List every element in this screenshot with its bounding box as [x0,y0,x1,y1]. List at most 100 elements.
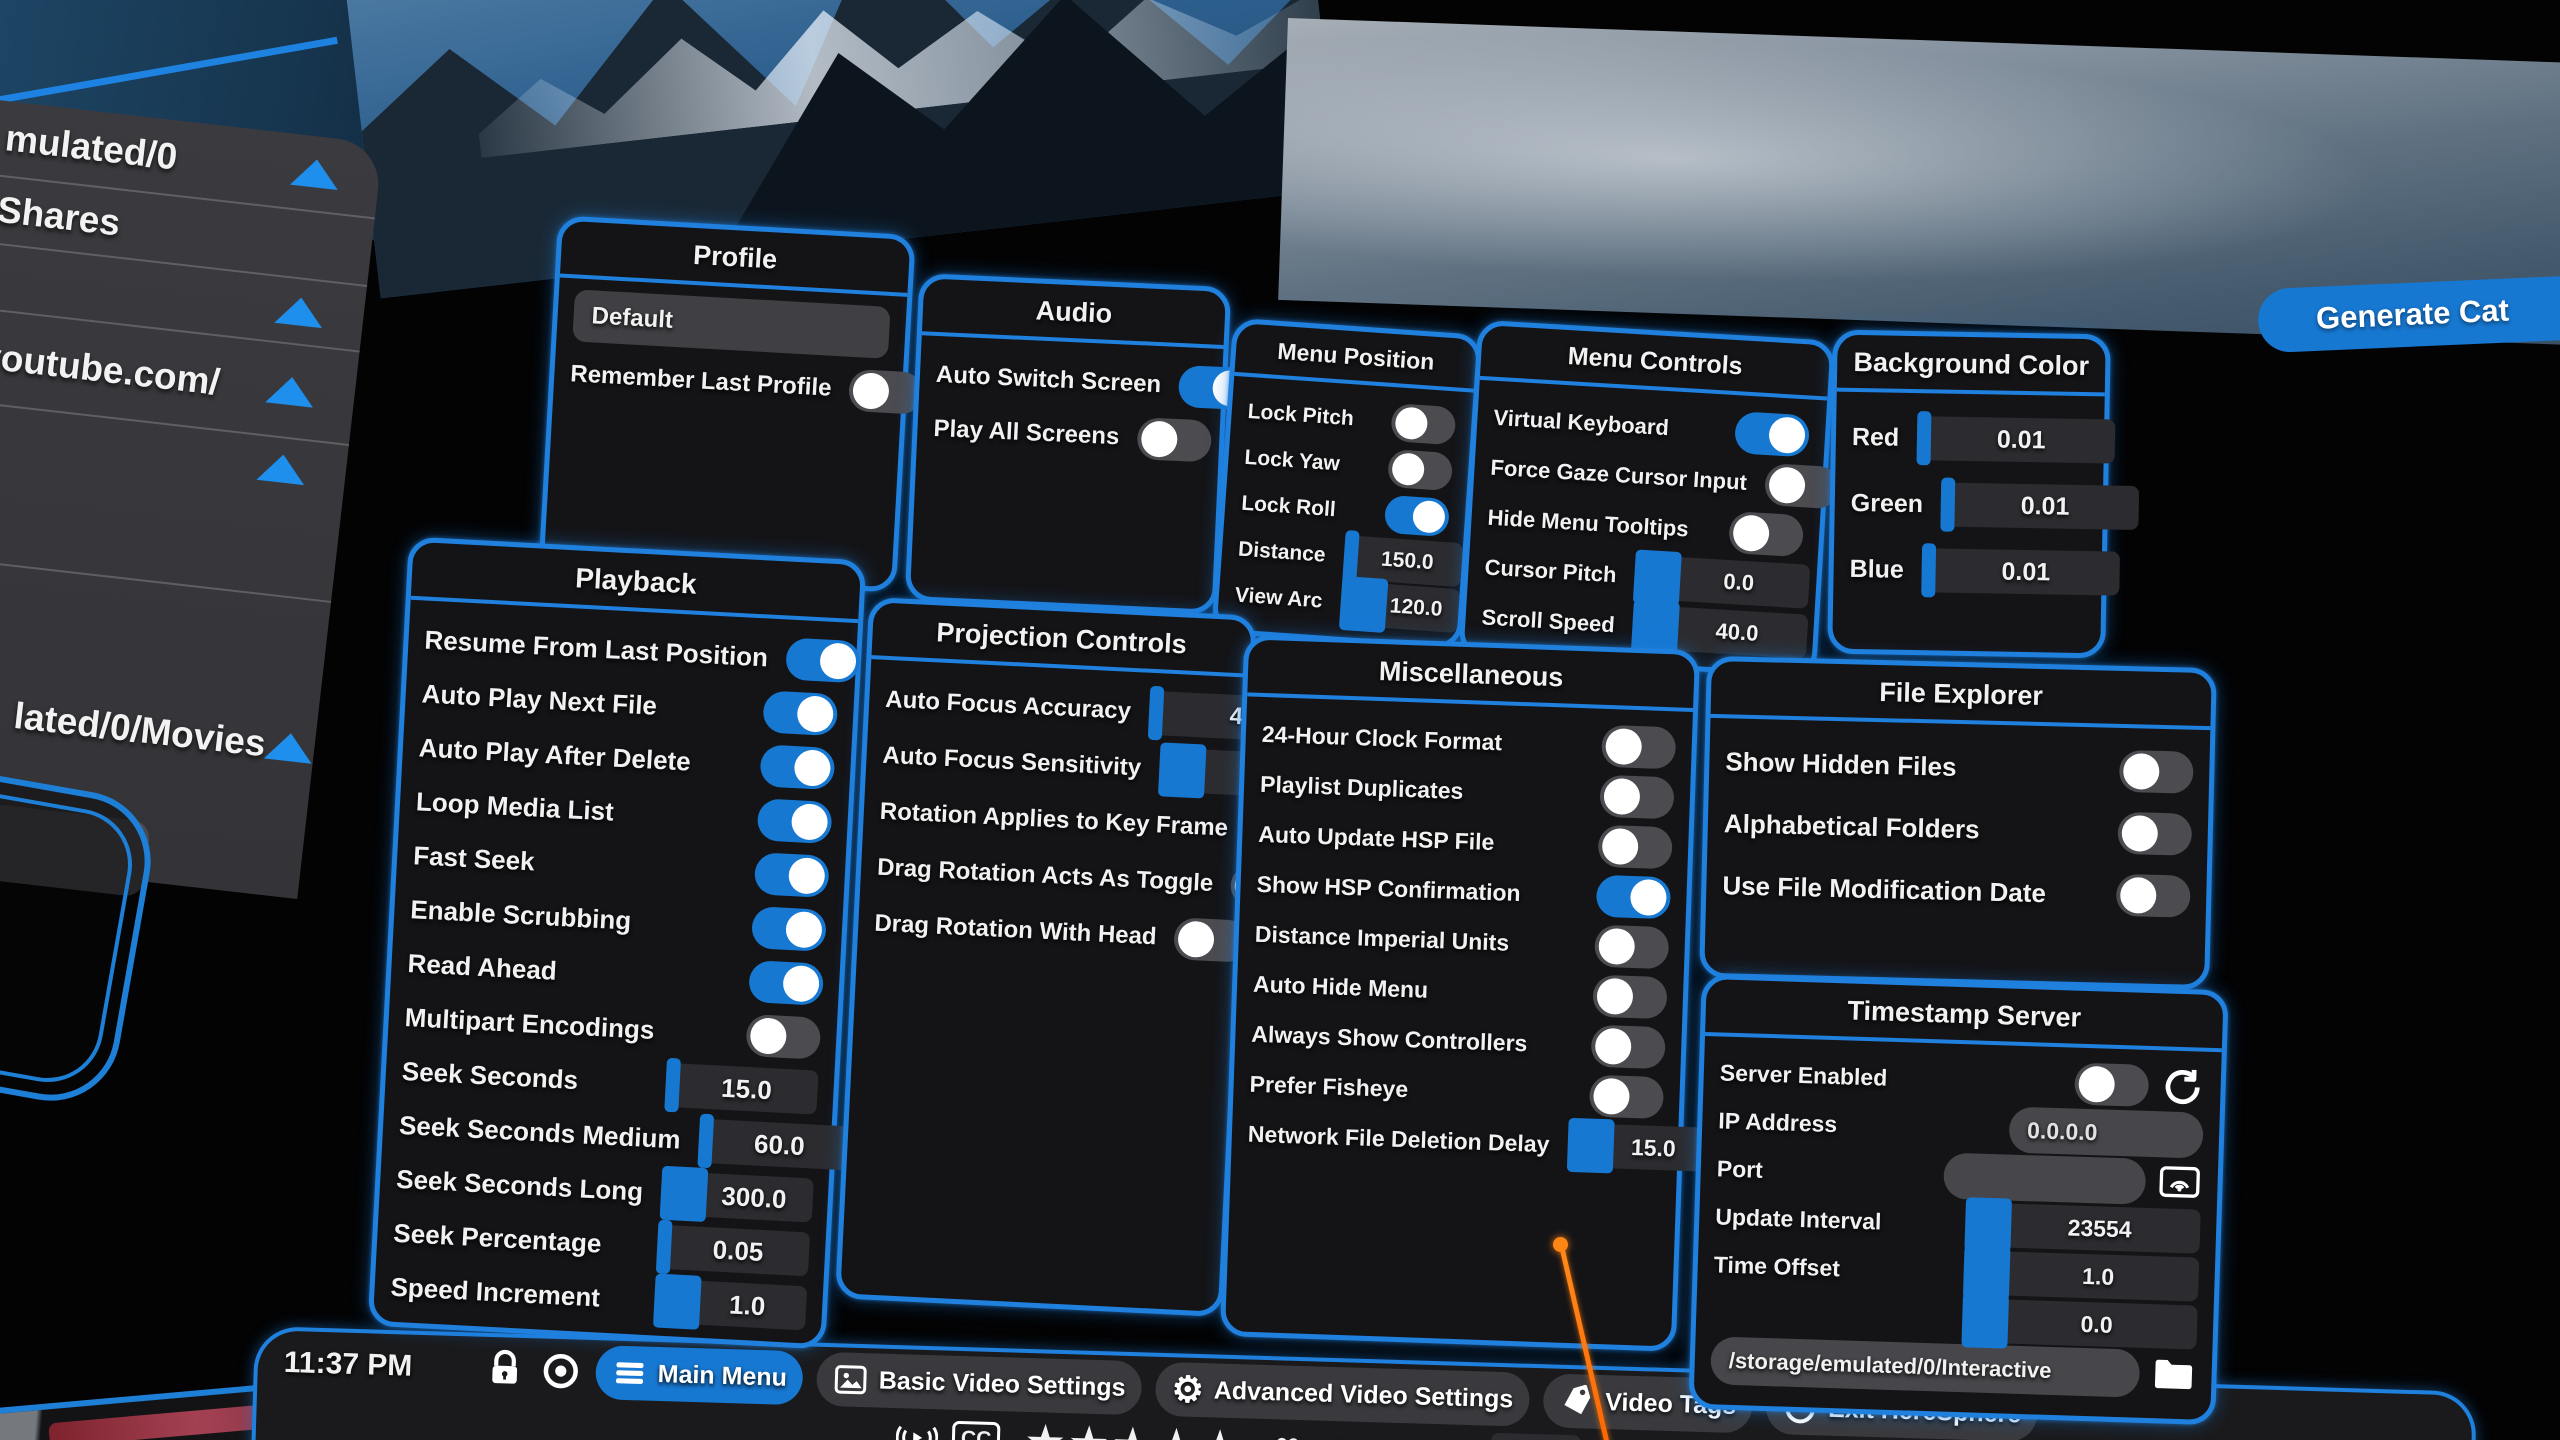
slider-value: 0.0 [2080,1310,2113,1338]
generate-catalog-button[interactable]: Generate Cat [2257,275,2560,354]
setting-label: Network File Deletion Delay [1247,1120,1549,1158]
alphabetical-folders-toggle[interactable] [2117,812,2192,856]
folder-icon[interactable] [2151,1352,2196,1397]
panel-playback: Playback Resume From Last PositionAuto P… [368,537,867,1350]
row-play-all-screens: Play All Screens [932,402,1204,468]
seek-percentage-slider[interactable]: 0.05 [656,1225,810,1277]
panel-menu-position: Menu Position Lock PitchLock YawLock Rol… [1211,318,1482,651]
captions-icon[interactable]: CC [951,1421,1000,1440]
setting-label: Auto Update HSP File [1258,820,1495,855]
advanced-video-settings-label: Advanced Video Settings [1213,1376,1513,1414]
setting-label: 24-Hour Clock Format [1261,720,1502,755]
show-hidden-files-toggle[interactable] [2119,750,2194,794]
green-slider[interactable]: 0.01 [1941,483,2140,530]
auto-hide-menu-toggle[interactable] [1592,975,1667,1020]
slider-value: 0.0 [1723,569,1755,597]
setting-label: Speed Increment [390,1271,601,1313]
setting-label: Server Enabled [1719,1059,1887,1091]
setting-label: Force Gaze Cursor Input [1490,455,1748,496]
refresh-icon[interactable] [2160,1064,2205,1109]
play-count-label: Play Count [1330,1434,1467,1440]
favorite-icon[interactable]: ♥ [1274,1423,1302,1440]
red-slider[interactable]: 0.01 [1917,416,2116,463]
use-file-modification-date-toggle[interactable] [2116,874,2191,918]
panel-timestamp-server: Timestamp Server Server EnabledIP Addres… [1688,974,2228,1425]
setting-label: Auto Play After Delete [418,732,691,777]
lock-icon[interactable] [483,1348,526,1391]
hide-menu-tooltips-toggle[interactable] [1728,511,1804,557]
network-file-deletion-delay-slider[interactable]: 15.0 [1567,1123,1706,1172]
force-gaze-cursor-input-toggle[interactable] [1764,463,1840,509]
show-hsp-confirmation-toggle[interactable] [1596,875,1671,920]
file-list-sidebar: mulated/0Sharesyoutube.com/lated/0/Movie… [0,95,383,899]
seek-seconds-slider[interactable]: 15.0 [664,1063,818,1115]
collapse-arrow-icon[interactable] [290,157,341,190]
value-slider[interactable]: 0.0 [1962,1298,2198,1349]
setting-label: Auto Switch Screen [935,361,1161,399]
setting-label: Drag Rotation With Head [874,910,1157,952]
setting-label: Time Offset [1713,1251,1840,1282]
broadcast-icon[interactable] [895,1416,938,1440]
auto-play-next-file-toggle[interactable] [762,690,838,736]
gaze-icon[interactable] [539,1349,582,1392]
slider-value: 1.0 [728,1289,766,1322]
setting-label: Update Interval [1715,1203,1882,1235]
tag-icon [1559,1383,1596,1420]
setting-label: Lock Roll [1241,492,1337,523]
setting-label: Show HSP Confirmation [1256,870,1521,906]
collapse-arrow-icon[interactable] [274,295,325,328]
setting-label: Distance Imperial Units [1254,920,1509,956]
basic-video-settings-button[interactable]: Basic Video Settings [816,1352,1142,1416]
collapse-arrow-icon[interactable] [256,452,307,485]
read-ahead-toggle[interactable] [748,960,824,1006]
seek-seconds-medium-slider[interactable]: 60.0 [697,1119,851,1171]
setting-label: Distance [1237,538,1326,568]
loop-media-list-toggle[interactable] [757,798,833,844]
setting-label: Remember Last Profile [570,360,833,403]
distance-imperial-units-toggle[interactable] [1594,925,1669,970]
panel-audio: Audio Auto Switch ScreenPlay All Screens [905,273,1232,615]
auto-play-after-delete-toggle[interactable] [759,744,835,790]
prefer-fisheye-toggle[interactable] [1589,1075,1664,1120]
playlist-duplicates-toggle[interactable] [1599,775,1674,820]
image-icon [832,1361,869,1398]
setting-label: Red [1852,422,1900,452]
collapse-arrow-icon[interactable] [264,731,315,764]
row-blue: Blue0.01 [1849,536,2086,606]
24-hour-clock-format-toggle[interactable] [1601,725,1676,770]
server-enabled-toggle[interactable] [2074,1063,2149,1107]
always-show-controllers-toggle[interactable] [1591,1025,1666,1070]
setting-label: Drag Rotation Acts As Toggle [876,854,1213,898]
auto-update-hsp-file-toggle[interactable] [1597,825,1672,870]
star-rating[interactable]: ★★★★★ [1026,1416,1246,1440]
slider-value: 15.0 [1631,1134,1677,1163]
collapse-arrow-icon[interactable] [265,374,316,407]
panel-title: Background Color [1837,335,2106,397]
setting-label: Lock Pitch [1247,400,1355,431]
sidebar-item-label: mulated/0 [3,117,179,178]
seek-seconds-long-slider[interactable]: 300.0 [660,1171,814,1223]
play-all-screens-toggle[interactable] [1136,417,1212,462]
fast-seek-toggle[interactable] [754,852,830,898]
cast-icon[interactable] [2157,1160,2202,1205]
setting-label: Hide Menu Tooltips [1487,505,1689,543]
setting-label: Auto Hide Menu [1253,970,1429,1003]
virtual-keyboard-toggle[interactable] [1734,411,1810,457]
slider-value: 0.01 [2001,557,2050,587]
lock-yaw-toggle[interactable] [1387,449,1453,491]
speed-increment-slider[interactable]: 1.0 [653,1278,807,1330]
lock-pitch-toggle[interactable] [1390,403,1456,445]
row-green: Green0.01 [1850,470,2087,540]
view-arc-slider[interactable]: 120.0 [1339,581,1460,633]
play-count-value[interactable]: 1 [1490,1433,1581,1440]
row-red: Red0.01 [1851,404,2088,474]
enable-scrubbing-toggle[interactable] [751,906,827,952]
resume-from-last-position-toggle[interactable] [785,637,861,683]
setting-label: Rotation Applies to Key Frame [879,798,1228,843]
multipart-encodings-toggle[interactable] [745,1014,821,1060]
blue-slider[interactable]: 0.01 [1921,548,2120,595]
ip-address-input[interactable]: 0.0.0.0 [2008,1107,2203,1159]
advanced-video-settings-button[interactable]: ⚙ Advanced Video Settings [1155,1362,1530,1427]
lock-roll-toggle[interactable] [1384,495,1450,537]
main-menu-button[interactable]: Main Menu [595,1345,804,1405]
